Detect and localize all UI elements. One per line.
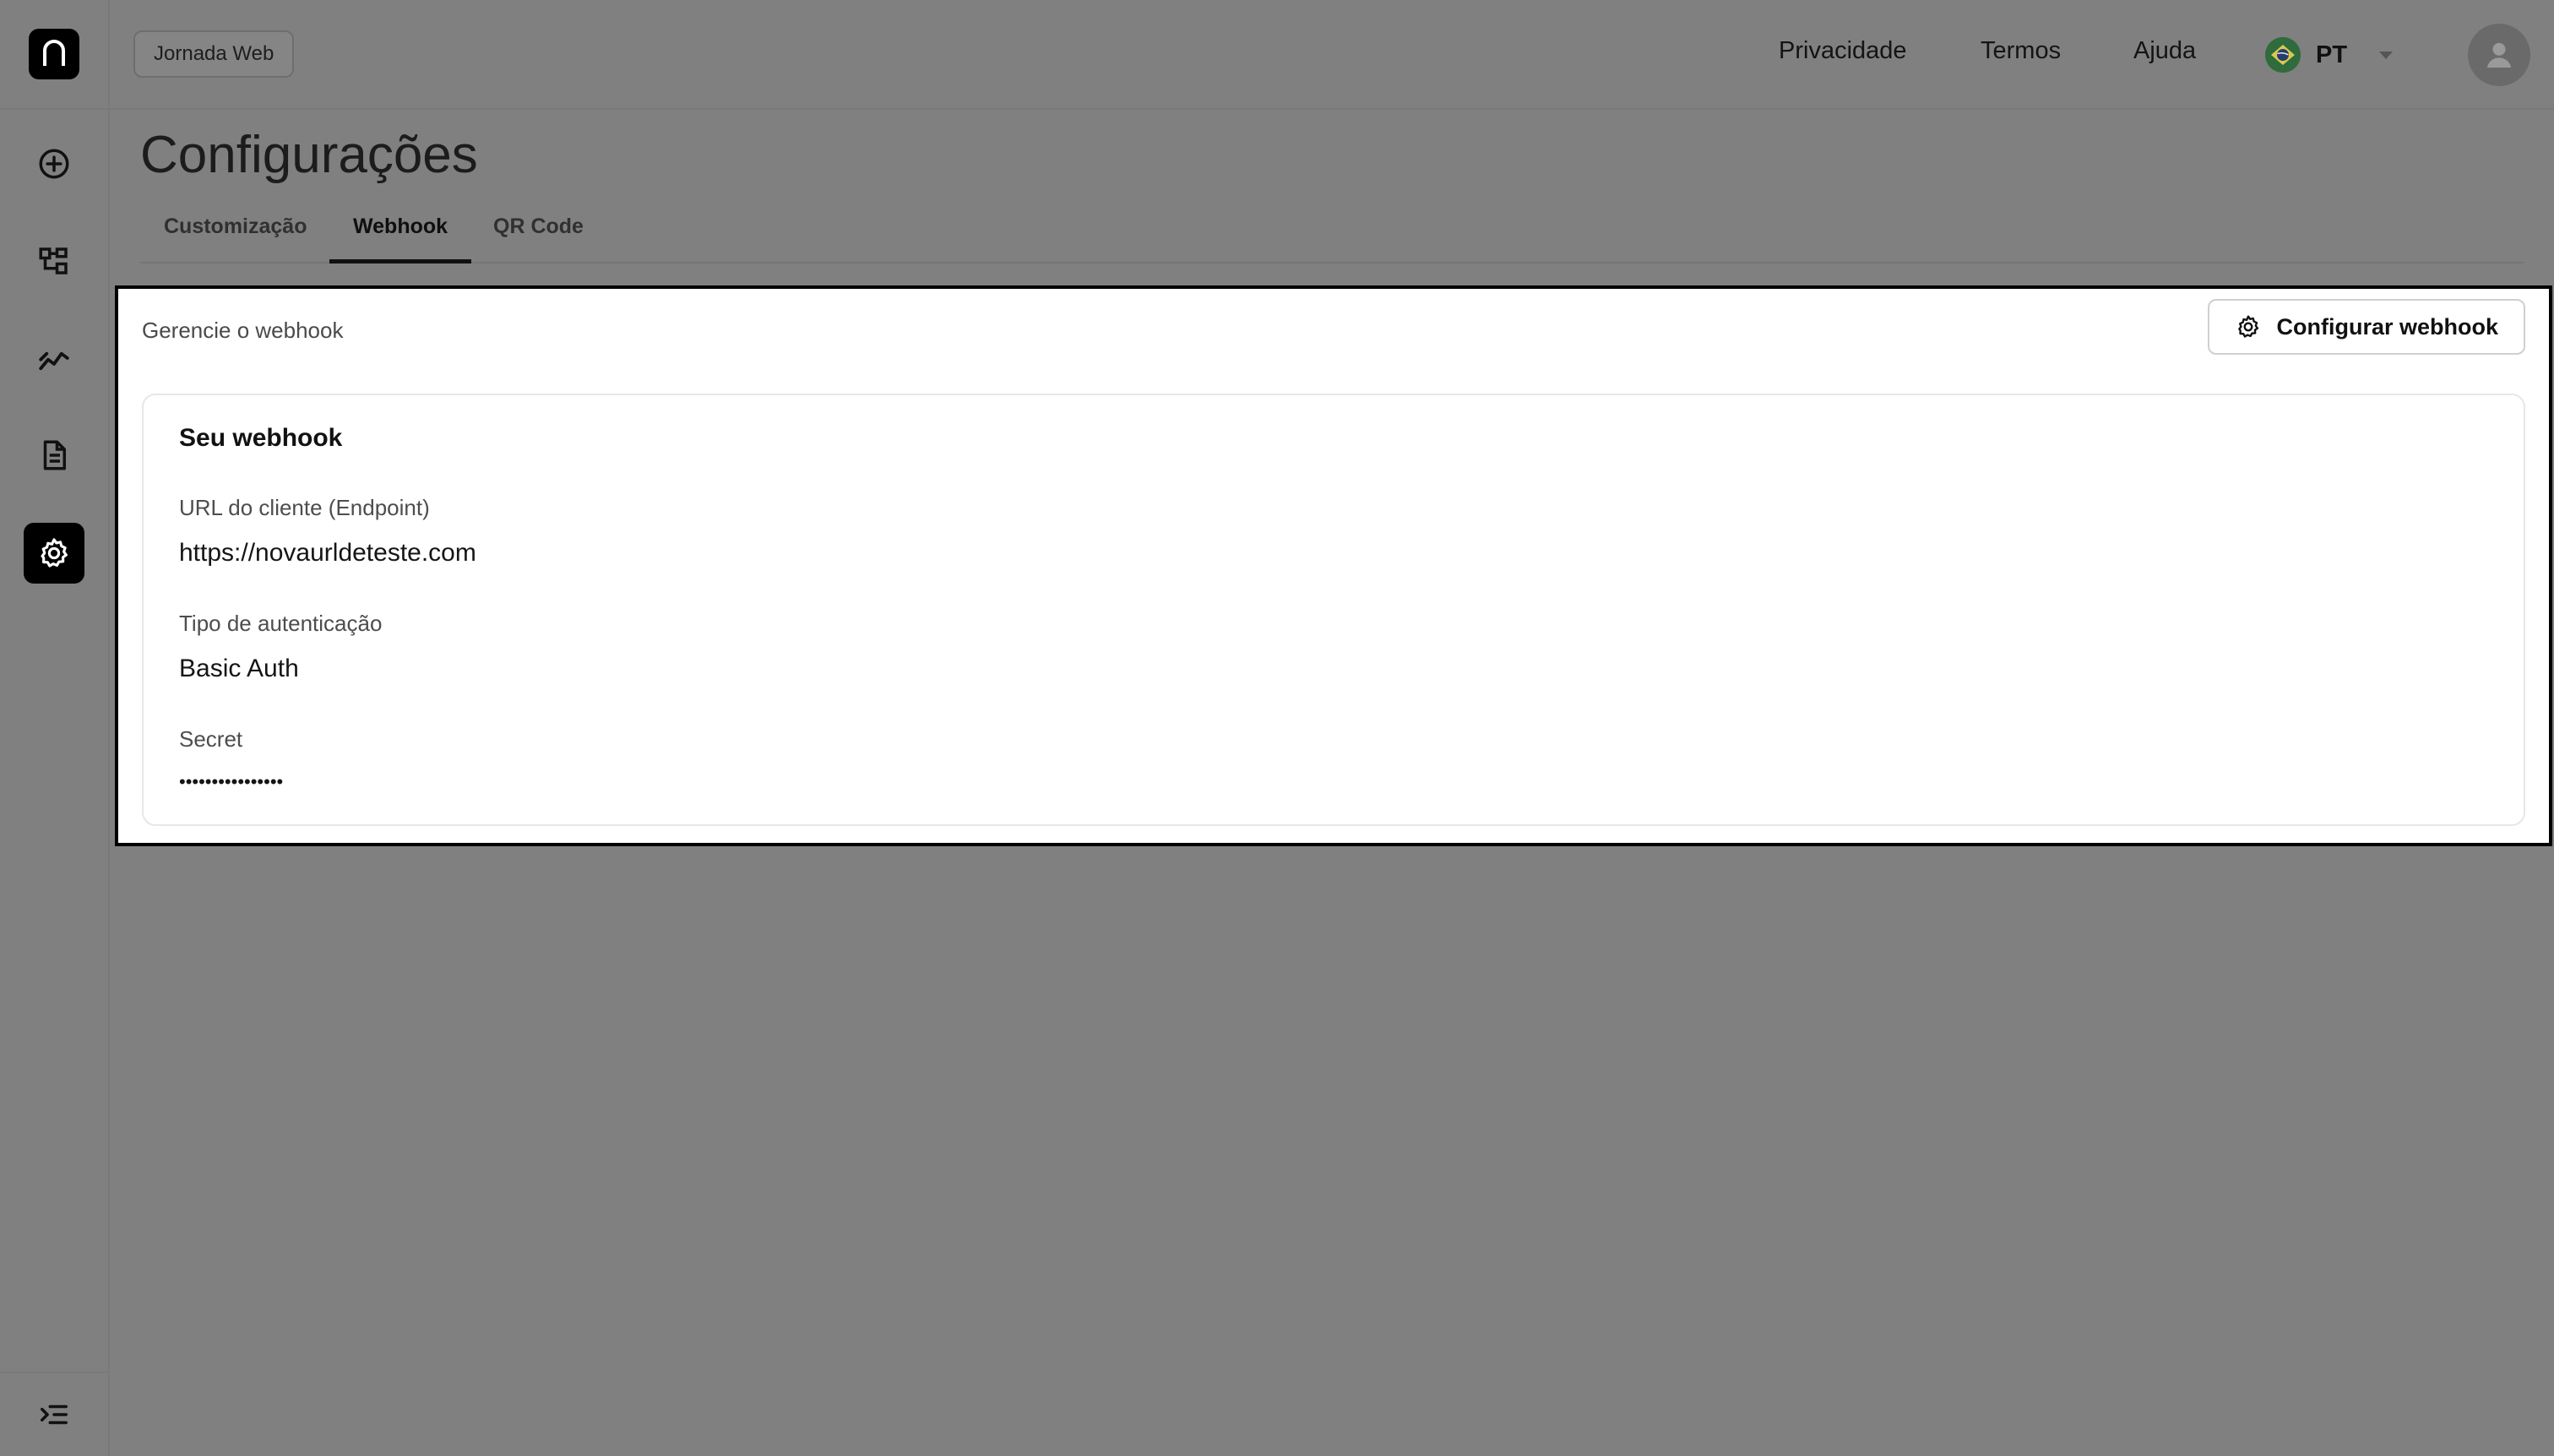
auth-type-label: Tipo de autenticação: [179, 611, 383, 636]
tab-qr-code[interactable]: QR Code: [470, 208, 607, 263]
language-selector[interactable]: PT: [2265, 34, 2394, 76]
secret-value: ••••••••••••••••: [179, 771, 284, 792]
endpoint-label: URL do cliente (Endpoint): [179, 495, 430, 520]
collapse-sidebar-button[interactable]: [0, 1372, 108, 1456]
page-title: Configurações: [140, 126, 478, 184]
logo-area: [0, 0, 108, 110]
tab-webhook[interactable]: Webhook: [329, 208, 472, 263]
gear-icon: [41, 538, 68, 568]
help-link[interactable]: Ajuda: [2133, 37, 2196, 65]
journey-badge[interactable]: Jornada Web: [133, 30, 295, 78]
secret-label: Secret: [179, 726, 243, 752]
tab-customizacao[interactable]: Customização: [140, 208, 330, 263]
sidebar: [0, 0, 110, 1456]
flow-diagram-icon: [39, 247, 68, 274]
user-avatar[interactable]: [2468, 24, 2530, 86]
webhook-card: Seu webhook URL do cliente (Endpoint) ht…: [142, 394, 2525, 826]
sidebar-item-settings[interactable]: [24, 523, 84, 584]
webhook-panel: Gerencie o webhook Configurar webhook Se…: [115, 285, 2552, 846]
webhook-card-title: Seu webhook: [179, 424, 343, 452]
terms-link[interactable]: Termos: [1981, 37, 2061, 65]
app-root: Jornada Web Privacidade Termos Ajuda PT: [0, 0, 2554, 1456]
user-icon: [2486, 42, 2512, 68]
logo-icon: [43, 40, 65, 66]
sidebar-item-documents[interactable]: [24, 425, 84, 486]
brazil-flag-icon: [2265, 37, 2301, 73]
trend-chart-icon: [39, 351, 69, 371]
collapse-menu-icon: [41, 1404, 68, 1425]
language-code: PT: [2316, 41, 2348, 68]
endpoint-value: https://novaurldeteste.com: [179, 539, 476, 567]
sidebar-item-analytics[interactable]: [24, 328, 84, 388]
privacy-link[interactable]: Privacidade: [1779, 37, 1907, 65]
document-icon: [43, 440, 66, 470]
plus-circle-icon: [39, 149, 69, 179]
configure-webhook-label: Configurar webhook: [2276, 313, 2499, 340]
sidebar-item-create[interactable]: [24, 133, 84, 194]
top-bar: Jornada Web Privacidade Termos Ajuda PT: [110, 0, 2554, 110]
auth-type-value: Basic Auth: [179, 655, 299, 682]
settings-tabs: Customização Webhook QR Code: [140, 208, 2524, 263]
webhook-subtitle: Gerencie o webhook: [142, 318, 344, 343]
configure-webhook-button[interactable]: Configurar webhook: [2207, 299, 2525, 355]
gear-icon: [2237, 315, 2258, 338]
sidebar-item-flows[interactable]: [24, 231, 84, 291]
app-logo[interactable]: [29, 29, 79, 79]
chevron-down-icon: [2379, 51, 2394, 59]
